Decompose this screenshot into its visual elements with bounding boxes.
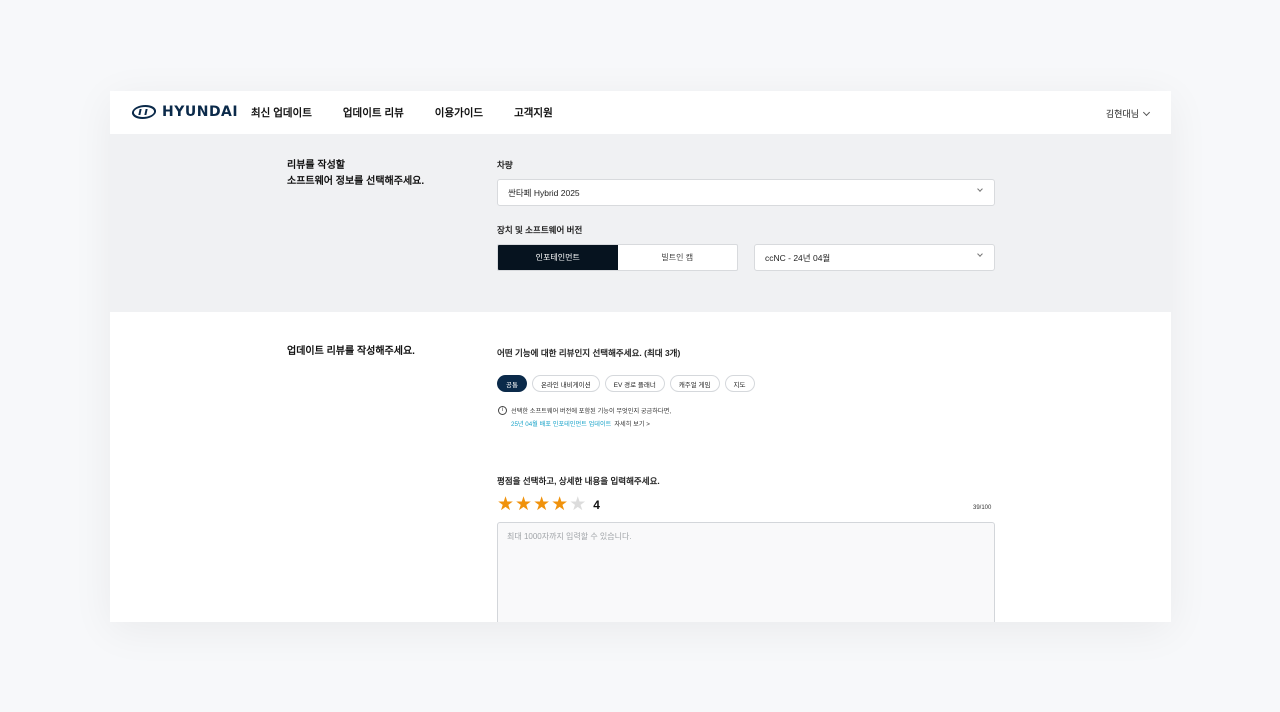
user-name: 김현대님: [1105, 109, 1139, 119]
nav-customer-support[interactable]: 고객지원: [514, 105, 553, 120]
feature-chip-casual-game[interactable]: 캐주얼 게임: [669, 375, 720, 392]
device-option-infotainment[interactable]: 인포테인먼트: [498, 245, 618, 270]
app-frame: HYUNDAI 최신 업데이트 업데이트 리뷰 이용가이드 고객지원 김현대님 …: [110, 91, 1171, 622]
vehicle-select-value: 싼타페 Hybrid 2025: [508, 187, 580, 198]
user-menu[interactable]: 김현대님: [1105, 107, 1151, 120]
device-option-builtin-cam[interactable]: 빌트인 캠: [618, 245, 738, 270]
version-select-value: ccNC - 24년 04월: [765, 252, 831, 263]
hyundai-logo[interactable]: HYUNDAI: [130, 104, 239, 120]
feature-chip-map[interactable]: 지도: [724, 375, 755, 392]
chevron-down-icon: [977, 186, 983, 192]
star-icon[interactable]: ★: [569, 495, 586, 514]
selection-title: 리뷰를 작성할 소프트웨어 정보를 선택해주세요.: [287, 158, 424, 190]
nav-update-reviews[interactable]: 업데이트 리뷰: [343, 105, 404, 120]
star-rating: ★ ★ ★ ★ ★ 4: [497, 495, 600, 514]
device-toggle: 인포테인먼트 빌트인 캠: [497, 244, 738, 271]
selection-title-line1: 리뷰를 작성할: [287, 160, 345, 171]
version-select[interactable]: ccNC - 24년 04월: [754, 244, 995, 271]
feature-chip-ev-route-planner[interactable]: EV 경로 플래너: [604, 375, 665, 392]
vehicle-label: 차량: [497, 160, 513, 170]
info-text: 선택한 소프트웨어 버전에 포함된 기능이 무엇인지 궁금하다면,: [511, 408, 672, 415]
review-textarea[interactable]: [497, 522, 995, 622]
device-label: 장치 및 소프트웨어 버전: [497, 225, 583, 235]
main-nav: 최신 업데이트 업데이트 리뷰 이용가이드 고객지원: [251, 105, 584, 120]
star-icon[interactable]: ★: [515, 495, 532, 514]
view-more-link[interactable]: 자세히 보기 >: [614, 421, 650, 428]
chevron-down-icon: [1142, 108, 1151, 116]
nav-user-guide[interactable]: 이용가이드: [435, 105, 483, 120]
update-detail-link[interactable]: 25년 04월 배포 인포테인먼트 업데이트: [511, 421, 611, 428]
character-counter: 39/100: [973, 505, 992, 511]
top-header: HYUNDAI 최신 업데이트 업데이트 리뷰 이용가이드 고객지원 김현대님: [110, 91, 1171, 134]
logo-text: HYUNDAI: [162, 104, 239, 120]
hyundai-logo-icon: [130, 105, 158, 119]
star-icon[interactable]: ★: [497, 495, 514, 514]
selection-title-line2: 소프트웨어 정보를 선택해주세요.: [287, 176, 425, 187]
feature-chips: 공통 온라인 내비게이션 EV 경로 플래너 캐주얼 게임 지도: [497, 375, 760, 392]
star-icon[interactable]: ★: [551, 495, 568, 514]
info-link-line: 25년 04월 배포 인포테인먼트 업데이트 자세히 보기 >: [511, 418, 650, 431]
feature-question: 어떤 기능에 대한 리뷰인지 선택해주세요. (최대 3개): [497, 348, 681, 358]
review-title: 업데이트 리뷰를 작성해주세요.: [287, 346, 415, 357]
info-icon: i: [498, 406, 507, 415]
rating-question: 평점을 선택하고, 상세한 내용을 입력해주세요.: [497, 476, 660, 486]
vehicle-select[interactable]: 싼타페 Hybrid 2025: [497, 179, 995, 206]
feature-chip-common[interactable]: 공통: [497, 375, 527, 392]
review-section: 업데이트 리뷰를 작성해주세요. 어떤 기능에 대한 리뷰인지 선택해주세요. …: [110, 312, 1171, 622]
chevron-down-icon: [977, 251, 983, 257]
feature-chip-online-navigation[interactable]: 온라인 내비게이션: [531, 375, 600, 392]
nav-latest-updates[interactable]: 최신 업데이트: [251, 105, 312, 120]
software-selection-section: 리뷰를 작성할 소프트웨어 정보를 선택해주세요. 차량 싼타페 Hybrid …: [110, 134, 1171, 312]
star-icon[interactable]: ★: [533, 495, 550, 514]
rating-value: 4: [593, 497, 600, 512]
